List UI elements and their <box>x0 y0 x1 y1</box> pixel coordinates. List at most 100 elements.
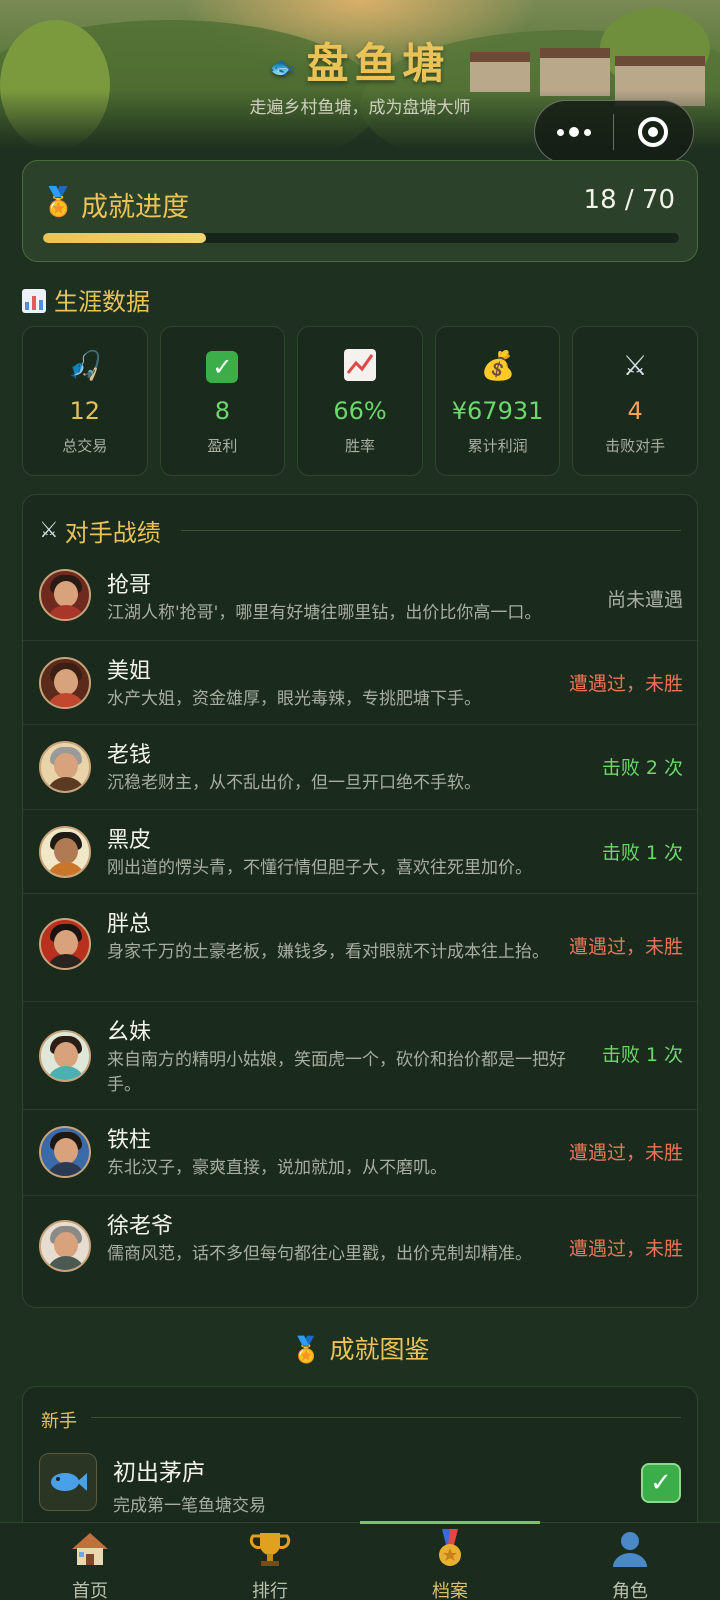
trend-icon <box>343 349 376 381</box>
opponent-name: 幺妹 <box>107 1020 152 1045</box>
opponent-row[interactable]: 幺妹 来自南方的精明小姑娘，笑面虎一个，砍价和抬价都是一把好手。 击败 1 次 <box>23 1002 699 1110</box>
achievement-card: 新手 初出茅庐 完成第一笔鱼塘交易 ✓ <box>22 1386 698 1526</box>
tab-home[interactable]: 首页 <box>0 1523 180 1600</box>
opponent-avatar <box>39 826 91 878</box>
tab-label: 角色 <box>612 1581 648 1600</box>
opponent-avatar <box>39 741 91 793</box>
opponent-desc: 江湖人称'抢哥'，哪里有好塘往哪里钻，出价比你高一口。 <box>107 603 542 623</box>
tab-character[interactable]: 角色 <box>540 1523 720 1600</box>
opponent-desc: 来自南方的精明小姑娘，笑面虎一个，砍价和抬价都是一把好手。 <box>107 1050 566 1095</box>
opponent-status: 遭遇过，未胜 <box>568 1142 683 1164</box>
achievement-desc: 完成第一笔鱼塘交易 <box>113 1496 266 1516</box>
opponent-row[interactable]: 黑皮 刚出道的愣头青，不懂行情但胆子大，喜欢往死里加价。 击败 1 次 <box>23 810 699 894</box>
progress-bar-fill <box>43 233 207 243</box>
swords-icon: ⚔ <box>622 349 648 382</box>
mini-program-capsule <box>534 100 694 164</box>
bottom-tab-bar: 首页 排行 档案 角色 <box>0 1521 720 1600</box>
opponent-name: 胖总 <box>107 912 152 937</box>
stat-label: 胜率 <box>344 437 375 455</box>
opponent-record-card: ⚔ 对手战绩 抢哥 江湖人称'抢哥'，哪里有好塘往哪里钻，出价比你高一口。 尚未遭… <box>22 494 699 1308</box>
fishing-icon: 🎣 <box>67 349 103 382</box>
close-mini-program-button[interactable] <box>614 100 694 164</box>
stat-label: 总交易 <box>62 437 108 455</box>
opponent-status: 遭遇过，未胜 <box>568 1238 683 1260</box>
stat-win-rate: 66% 胜率 <box>297 326 423 476</box>
app-title: 🐟 盘鱼塘 <box>269 39 451 88</box>
home-icon <box>68 1527 112 1571</box>
opponent-status: 击败 1 次 <box>601 842 683 864</box>
tab-label: 首页 <box>72 1581 108 1600</box>
opponent-status: 击败 1 次 <box>601 1044 683 1066</box>
achievement-complete-check-icon: ✓ <box>641 1463 681 1503</box>
stat-value: ¥67931 <box>451 397 544 425</box>
stat-value: 66% <box>333 397 387 425</box>
opponent-desc: 刚出道的愣头青，不懂行情但胆子大，喜欢往死里加价。 <box>107 858 532 878</box>
achievement-progress-card: 🏅 成就进度 18 / 70 <box>22 160 698 262</box>
opponent-name: 抢哥 <box>107 573 152 598</box>
check-icon: ✓ <box>206 351 239 383</box>
opponent-row[interactable]: 徐老爷 儒商风范，话不多但每句都往心里戳，出价克制却精准。 遭遇过，未胜 <box>23 1196 699 1296</box>
opponent-desc: 儒商风范，话不多但每句都往心里戳，出价克制却精准。 <box>107 1244 532 1264</box>
stat-opponents-defeated: ⚔ 4 击败对手 <box>572 326 698 476</box>
medal-icon <box>428 1527 472 1571</box>
opponent-desc: 东北汉子，豪爽直接，说加就加，从不磨叽。 <box>107 1158 447 1178</box>
career-section-title: 生涯数据 <box>22 282 150 317</box>
opponent-desc: 身家千万的土豪老板，嫌钱多，看对眼就不计成本往上抬。 <box>107 942 549 962</box>
opponent-desc: 水产大姐，资金雄厚，眼光毒辣，专挑肥塘下手。 <box>107 689 481 709</box>
opponent-name: 老钱 <box>107 743 152 768</box>
tab-profile[interactable]: 档案 <box>360 1521 540 1600</box>
stat-value: 12 <box>69 397 101 425</box>
opponent-avatar <box>39 657 91 709</box>
stat-label: 盈利 <box>207 437 238 455</box>
stat-label: 击败对手 <box>605 437 666 455</box>
opponent-avatar <box>39 569 91 621</box>
opponent-status: 尚未遭遇 <box>606 589 683 611</box>
opponent-avatar <box>39 918 91 970</box>
tab-label: 档案 <box>432 1581 468 1600</box>
opponent-desc: 沉稳老财主，从不乱出价，但一旦开口绝不手软。 <box>107 773 481 793</box>
opponent-name: 黑皮 <box>107 828 152 853</box>
target-circle-icon <box>638 117 669 147</box>
career-stats: 🎣 12 总交易 ✓ 8 盈利 66% 胜率 💰 ¥67931 累计利润 ⚔ 4… <box>22 326 698 476</box>
bar-chart-icon <box>22 289 46 313</box>
stat-value: 4 <box>627 397 643 425</box>
opponent-row[interactable]: 抢哥 江湖人称'抢哥'，哪里有好塘往哪里钻，出价比你高一口。 尚未遭遇 <box>23 557 699 641</box>
stat-total-profit: 💰 ¥67931 累计利润 <box>434 326 561 476</box>
opponent-row[interactable]: 美姐 水产大姐，资金雄厚，眼光毒辣，专挑肥塘下手。 遭遇过，未胜 <box>23 641 699 725</box>
opponent-name: 铁柱 <box>107 1128 152 1153</box>
opponent-name: 徐老爷 <box>107 1214 174 1239</box>
progress-bar <box>43 233 679 243</box>
achievement-category: 新手 <box>41 1411 77 1432</box>
stat-label: 累计利润 <box>467 437 528 455</box>
achievement-name: 初出茅庐 <box>113 1460 205 1486</box>
fish-icon <box>39 1453 97 1511</box>
opponent-avatar <box>39 1030 91 1082</box>
opponent-status: 击败 2 次 <box>601 757 683 779</box>
stat-profitable: ✓ 8 盈利 <box>159 326 286 476</box>
fish-logo-icon: 🐟 <box>269 54 301 79</box>
progress-title: 成就进度 <box>81 192 189 223</box>
opponent-status: 遭遇过，未胜 <box>568 936 683 958</box>
tab-label: 排行 <box>252 1581 288 1600</box>
opponent-row[interactable]: 胖总 身家千万的土豪老板，嫌钱多，看对眼就不计成本往上抬。 遭遇过，未胜 <box>23 894 699 1002</box>
opponent-list: 抢哥 江湖人称'抢哥'，哪里有好塘往哪里钻，出价比你高一口。 尚未遭遇 美姐 水… <box>23 557 699 1296</box>
swords-icon: ⚔ <box>39 518 59 543</box>
medal-icon: 🏅 <box>41 185 76 218</box>
opponent-row[interactable]: 铁柱 东北汉子，豪爽直接，说加就加，从不磨叽。 遭遇过，未胜 <box>23 1110 699 1196</box>
stat-total-trades: 🎣 12 总交易 <box>22 326 148 476</box>
opponent-section-title: ⚔ 对手战绩 <box>39 518 161 547</box>
user-icon <box>608 1527 652 1571</box>
progress-count: 18 / 70 <box>583 185 675 215</box>
tab-ranking[interactable]: 排行 <box>180 1523 360 1600</box>
achievement-gallery-title: 🏅 成就图鉴 <box>290 1335 430 1364</box>
opponent-avatar <box>39 1126 91 1178</box>
medal-icon: 🏅 <box>290 1335 322 1364</box>
trophy-icon <box>248 1527 292 1571</box>
opponent-avatar <box>39 1220 91 1272</box>
more-button[interactable] <box>535 100 613 164</box>
opponent-status: 遭遇过，未胜 <box>568 673 683 695</box>
more-dots-icon <box>556 128 564 136</box>
opponent-name: 美姐 <box>107 659 152 684</box>
opponent-row[interactable]: 老钱 沉稳老财主，从不乱出价，但一旦开口绝不手软。 击败 2 次 <box>23 725 699 810</box>
stat-value: 8 <box>214 397 231 425</box>
